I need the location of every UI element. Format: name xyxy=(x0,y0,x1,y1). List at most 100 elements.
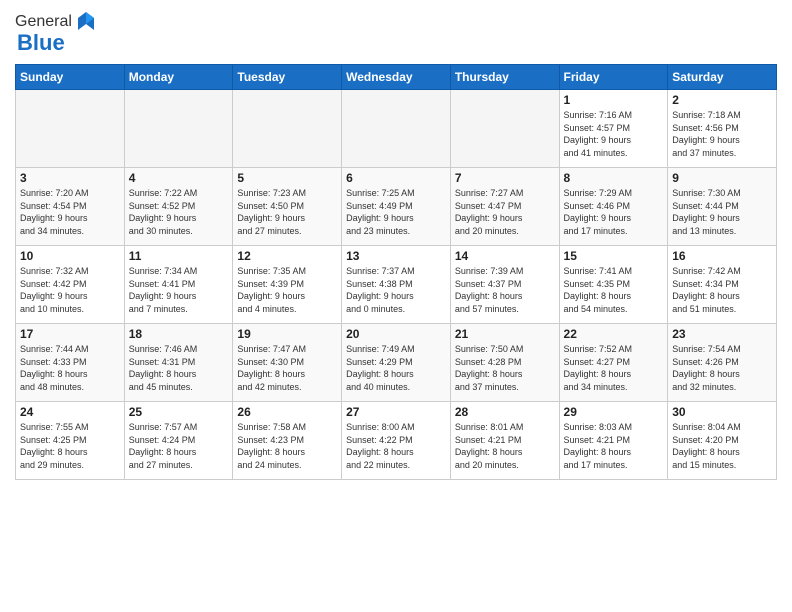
calendar-week-1: 3Sunrise: 7:20 AM Sunset: 4:54 PM Daylig… xyxy=(16,168,777,246)
calendar-day-16: 16 Sunrise: 7:42 AM Sunset: 4:34 PM Dayli… xyxy=(668,246,777,324)
header: General Blue xyxy=(15,10,777,56)
day-info: Sunrise: 8:01 AM Sunset: 4:21 PM Dayligh… xyxy=(455,421,555,471)
day-number: 12 xyxy=(237,249,337,263)
day-info: Sunrise: 7:55 AM Sunset: 4:25 PM Dayligh… xyxy=(20,421,120,471)
day-number: 1 xyxy=(564,93,664,107)
day-number: 10 xyxy=(20,249,120,263)
day-info: Sunrise: 7:44 AM Sunset: 4:33 PM Dayligh… xyxy=(20,343,120,393)
calendar-day-5: 5 Sunrise: 7:23 AM Sunset: 4:50 PM Daylig… xyxy=(233,168,342,246)
calendar-week-0: 1 Sunrise: 7:16 AM Sunset: 4:57 PM Daylig… xyxy=(16,90,777,168)
calendar-day-19: 19 Sunrise: 7:47 AM Sunset: 4:30 PM Dayli… xyxy=(233,324,342,402)
day-number: 23 xyxy=(672,327,772,341)
calendar-day-13: 13 Sunrise: 7:37 AM Sunset: 4:38 PM Dayli… xyxy=(342,246,451,324)
logo: General Blue xyxy=(15,10,98,56)
day-number: 5 xyxy=(237,171,337,185)
weekday-header-monday: Monday xyxy=(124,65,233,90)
calendar-day-17: 17 Sunrise: 7:44 AM Sunset: 4:33 PM Dayli… xyxy=(16,324,125,402)
day-number: 6 xyxy=(346,171,446,185)
day-number: 18 xyxy=(129,327,229,341)
calendar-header-row: SundayMondayTuesdayWednesdayThursdayFrid… xyxy=(16,65,777,90)
day-number: 9 xyxy=(672,171,772,185)
calendar-day-14: 14 Sunrise: 7:39 AM Sunset: 4:37 PM Dayli… xyxy=(450,246,559,324)
calendar-day-24: 24 Sunrise: 7:55 AM Sunset: 4:25 PM Dayli… xyxy=(16,402,125,480)
day-info: Sunrise: 7:29 AM Sunset: 4:46 PM Dayligh… xyxy=(564,187,664,237)
day-info: Sunrise: 7:39 AM Sunset: 4:37 PM Dayligh… xyxy=(455,265,555,315)
day-number: 2 xyxy=(672,93,772,107)
day-number: 24 xyxy=(20,405,120,419)
day-info: Sunrise: 7:25 AM Sunset: 4:49 PM Dayligh… xyxy=(346,187,446,237)
calendar-day-29: 29 Sunrise: 8:03 AM Sunset: 4:21 PM Dayli… xyxy=(559,402,668,480)
day-info: Sunrise: 7:37 AM Sunset: 4:38 PM Dayligh… xyxy=(346,265,446,315)
calendar-day-6: 6 Sunrise: 7:25 AM Sunset: 4:49 PM Daylig… xyxy=(342,168,451,246)
day-info: Sunrise: 7:57 AM Sunset: 4:24 PM Dayligh… xyxy=(129,421,229,471)
day-info: Sunrise: 7:27 AM Sunset: 4:47 PM Dayligh… xyxy=(455,187,555,237)
day-info: Sunrise: 8:03 AM Sunset: 4:21 PM Dayligh… xyxy=(564,421,664,471)
day-number: 22 xyxy=(564,327,664,341)
day-info: Sunrise: 7:46 AM Sunset: 4:31 PM Dayligh… xyxy=(129,343,229,393)
calendar-week-3: 17 Sunrise: 7:44 AM Sunset: 4:33 PM Dayli… xyxy=(16,324,777,402)
day-number: 21 xyxy=(455,327,555,341)
day-info: Sunrise: 7:32 AM Sunset: 4:42 PM Dayligh… xyxy=(20,265,120,315)
day-info: Sunrise: 7:52 AM Sunset: 4:27 PM Dayligh… xyxy=(564,343,664,393)
calendar-day-11: 11 Sunrise: 7:34 AM Sunset: 4:41 PM Dayli… xyxy=(124,246,233,324)
day-number: 30 xyxy=(672,405,772,419)
weekday-header-sunday: Sunday xyxy=(16,65,125,90)
calendar-day-4: 4 Sunrise: 7:22 AM Sunset: 4:52 PM Daylig… xyxy=(124,168,233,246)
weekday-header-thursday: Thursday xyxy=(450,65,559,90)
day-number: 26 xyxy=(237,405,337,419)
calendar-day-empty xyxy=(233,90,342,168)
calendar-day-28: 28 Sunrise: 8:01 AM Sunset: 4:21 PM Dayli… xyxy=(450,402,559,480)
day-number: 27 xyxy=(346,405,446,419)
day-info: Sunrise: 7:34 AM Sunset: 4:41 PM Dayligh… xyxy=(129,265,229,315)
calendar-day-1: 1 Sunrise: 7:16 AM Sunset: 4:57 PM Daylig… xyxy=(559,90,668,168)
calendar-day-22: 22 Sunrise: 7:52 AM Sunset: 4:27 PM Dayli… xyxy=(559,324,668,402)
calendar-day-23: 23 Sunrise: 7:54 AM Sunset: 4:26 PM Dayli… xyxy=(668,324,777,402)
calendar-day-20: 20Sunrise: 7:49 AM Sunset: 4:29 PM Dayli… xyxy=(342,324,451,402)
calendar-day-7: 7 Sunrise: 7:27 AM Sunset: 4:47 PM Daylig… xyxy=(450,168,559,246)
day-number: 15 xyxy=(564,249,664,263)
day-info: Sunrise: 7:22 AM Sunset: 4:52 PM Dayligh… xyxy=(129,187,229,237)
day-number: 29 xyxy=(564,405,664,419)
page: General Blue SundayMondayTuesdayWednesda… xyxy=(0,0,792,612)
calendar-week-2: 10 Sunrise: 7:32 AM Sunset: 4:42 PM Dayli… xyxy=(16,246,777,324)
weekday-header-friday: Friday xyxy=(559,65,668,90)
day-number: 28 xyxy=(455,405,555,419)
calendar-day-25: 25Sunrise: 7:57 AM Sunset: 4:24 PM Dayli… xyxy=(124,402,233,480)
calendar-day-18: 18 Sunrise: 7:46 AM Sunset: 4:31 PM Dayli… xyxy=(124,324,233,402)
day-info: Sunrise: 7:30 AM Sunset: 4:44 PM Dayligh… xyxy=(672,187,772,237)
day-number: 3 xyxy=(20,171,120,185)
day-info: Sunrise: 7:58 AM Sunset: 4:23 PM Dayligh… xyxy=(237,421,337,471)
day-info: Sunrise: 7:18 AM Sunset: 4:56 PM Dayligh… xyxy=(672,109,772,159)
logo-general-text: General xyxy=(15,13,72,31)
calendar-day-30: 30 Sunrise: 8:04 AM Sunset: 4:20 PM Dayli… xyxy=(668,402,777,480)
calendar-day-10: 10 Sunrise: 7:32 AM Sunset: 4:42 PM Dayli… xyxy=(16,246,125,324)
day-number: 17 xyxy=(20,327,120,341)
day-number: 14 xyxy=(455,249,555,263)
day-number: 13 xyxy=(346,249,446,263)
calendar-day-27: 27 Sunrise: 8:00 AM Sunset: 4:22 PM Dayli… xyxy=(342,402,451,480)
weekday-header-saturday: Saturday xyxy=(668,65,777,90)
day-info: Sunrise: 7:47 AM Sunset: 4:30 PM Dayligh… xyxy=(237,343,337,393)
day-number: 4 xyxy=(129,171,229,185)
day-info: Sunrise: 7:41 AM Sunset: 4:35 PM Dayligh… xyxy=(564,265,664,315)
day-number: 16 xyxy=(672,249,772,263)
day-number: 19 xyxy=(237,327,337,341)
calendar-day-empty xyxy=(342,90,451,168)
day-info: Sunrise: 7:54 AM Sunset: 4:26 PM Dayligh… xyxy=(672,343,772,393)
day-info: Sunrise: 7:42 AM Sunset: 4:34 PM Dayligh… xyxy=(672,265,772,315)
day-number: 11 xyxy=(129,249,229,263)
day-info: Sunrise: 8:00 AM Sunset: 4:22 PM Dayligh… xyxy=(346,421,446,471)
day-info: Sunrise: 7:23 AM Sunset: 4:50 PM Dayligh… xyxy=(237,187,337,237)
day-info: Sunrise: 7:16 AM Sunset: 4:57 PM Dayligh… xyxy=(564,109,664,159)
weekday-header-tuesday: Tuesday xyxy=(233,65,342,90)
calendar-day-26: 26 Sunrise: 7:58 AM Sunset: 4:23 PM Dayli… xyxy=(233,402,342,480)
day-info: Sunrise: 8:04 AM Sunset: 4:20 PM Dayligh… xyxy=(672,421,772,471)
logo-icon xyxy=(74,10,98,34)
calendar-day-2: 2 Sunrise: 7:18 AM Sunset: 4:56 PM Daylig… xyxy=(668,90,777,168)
weekday-header-wednesday: Wednesday xyxy=(342,65,451,90)
day-info: Sunrise: 7:35 AM Sunset: 4:39 PM Dayligh… xyxy=(237,265,337,315)
day-number: 7 xyxy=(455,171,555,185)
calendar-day-8: 8Sunrise: 7:29 AM Sunset: 4:46 PM Daylig… xyxy=(559,168,668,246)
day-info: Sunrise: 7:49 AM Sunset: 4:29 PM Dayligh… xyxy=(346,343,446,393)
calendar-week-4: 24 Sunrise: 7:55 AM Sunset: 4:25 PM Dayli… xyxy=(16,402,777,480)
